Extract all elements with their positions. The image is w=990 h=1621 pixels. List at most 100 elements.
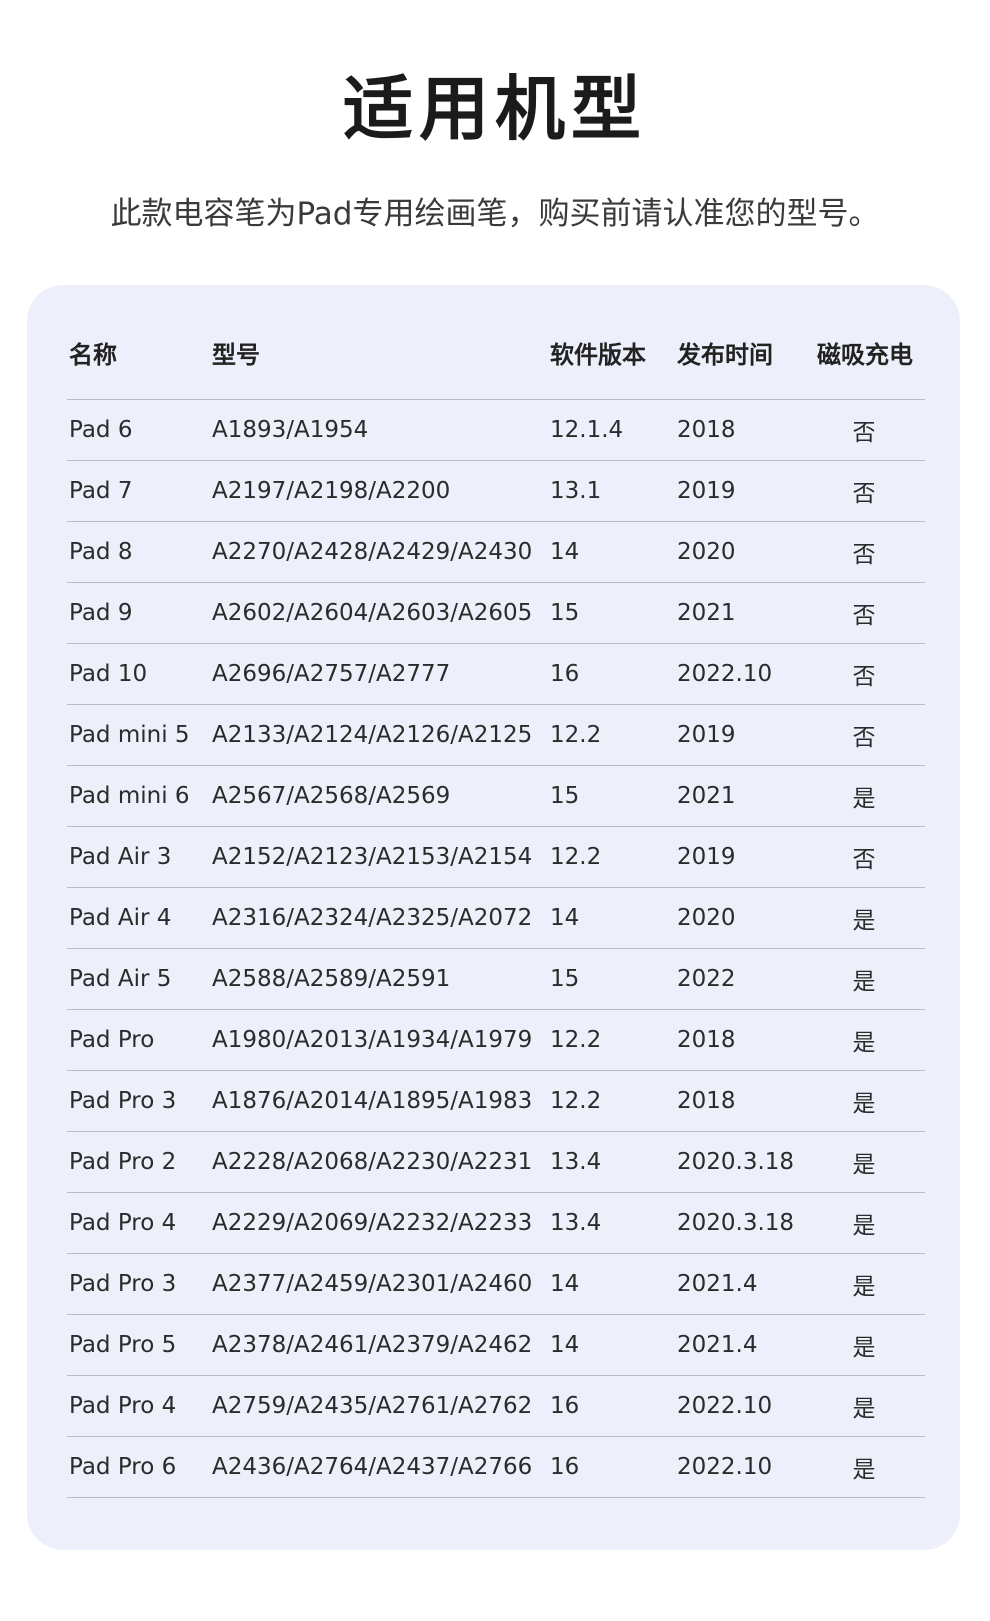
cell-name: Pad mini 6 bbox=[67, 765, 210, 827]
cell-model: A2378/A2461/A2379/A2462 bbox=[210, 1314, 548, 1376]
cell-software: 14 bbox=[548, 1253, 675, 1315]
cell-magnetic: 是 bbox=[803, 1070, 925, 1132]
cell-release: 2022 bbox=[675, 948, 803, 1010]
cell-magnetic: 是 bbox=[803, 1375, 925, 1437]
cell-release: 2019 bbox=[675, 826, 803, 888]
cell-software: 13.1 bbox=[548, 460, 675, 522]
cell-release: 2018 bbox=[675, 399, 803, 461]
cell-magnetic: 是 bbox=[803, 1253, 925, 1315]
cell-name: Pad Pro 3 bbox=[67, 1253, 210, 1315]
table-row: Pad Pro 5 A2378/A2461/A2379/A2462 14 2021.4… bbox=[67, 1314, 925, 1376]
table-row: Pad Air 4 A2316/A2324/A2325/A2072 14 2020 是 bbox=[67, 887, 925, 949]
cell-software: 12.2 bbox=[548, 1070, 675, 1132]
cell-magnetic: 否 bbox=[803, 460, 925, 522]
cell-model: A2228/A2068/A2230/A2231 bbox=[210, 1131, 548, 1193]
cell-release: 2019 bbox=[675, 460, 803, 522]
table-header-row: 名称 型号 软件版本 发布时间 磁吸充电 bbox=[67, 305, 925, 400]
cell-software: 15 bbox=[548, 765, 675, 827]
cell-release: 2021 bbox=[675, 765, 803, 827]
cell-name: Pad Pro 2 bbox=[67, 1131, 210, 1193]
cell-name: Pad 10 bbox=[67, 643, 210, 705]
table-row: Pad mini 6 A2567/A2568/A2569 15 2021 是 bbox=[67, 765, 925, 827]
table-row: Pad Pro 3 A2377/A2459/A2301/A2460 14 2021.4… bbox=[67, 1253, 925, 1315]
header-release: 发布时间 bbox=[675, 305, 803, 400]
compatibility-card: 名称 型号 软件版本 发布时间 磁吸充电 Pad 6 A1893/A1954 12.… bbox=[27, 285, 960, 1550]
table-row: Pad 7 A2197/A2198/A2200 13.1 2019 否 bbox=[67, 460, 925, 522]
cell-magnetic: 否 bbox=[803, 399, 925, 461]
table-row: Pad Pro 4 A2229/A2069/A2232/A2233 13.4 2020… bbox=[67, 1192, 925, 1254]
table-row: Pad Pro 2 A2228/A2068/A2230/A2231 13.4 2020… bbox=[67, 1131, 925, 1193]
cell-release: 2019 bbox=[675, 704, 803, 766]
cell-magnetic: 否 bbox=[803, 643, 925, 705]
cell-name: Pad 7 bbox=[67, 460, 210, 522]
cell-model: A2270/A2428/A2429/A2430 bbox=[210, 521, 548, 583]
cell-name: Pad Pro 4 bbox=[67, 1192, 210, 1254]
cell-magnetic: 是 bbox=[803, 1314, 925, 1376]
cell-release: 2020.3.18 bbox=[675, 1192, 803, 1254]
cell-magnetic: 是 bbox=[803, 1009, 925, 1071]
cell-name: Pad Pro 5 bbox=[67, 1314, 210, 1376]
cell-model: A2588/A2589/A2591 bbox=[210, 948, 548, 1010]
cell-software: 16 bbox=[548, 1375, 675, 1437]
cell-release: 2022.10 bbox=[675, 1436, 803, 1498]
cell-model: A2152/A2123/A2153/A2154 bbox=[210, 826, 548, 888]
cell-release: 2018 bbox=[675, 1070, 803, 1132]
cell-model: A2759/A2435/A2761/A2762 bbox=[210, 1375, 548, 1437]
cell-software: 15 bbox=[548, 948, 675, 1010]
cell-release: 2022.10 bbox=[675, 643, 803, 705]
cell-software: 14 bbox=[548, 1314, 675, 1376]
cell-name: Pad Air 5 bbox=[67, 948, 210, 1010]
cell-software: 12.2 bbox=[548, 704, 675, 766]
table-row: Pad Pro 4 A2759/A2435/A2761/A2762 16 2022.1… bbox=[67, 1375, 925, 1437]
cell-name: Pad Pro 6 bbox=[67, 1436, 210, 1498]
compatibility-table: 名称 型号 软件版本 发布时间 磁吸充电 Pad 6 A1893/A1954 12.… bbox=[67, 305, 925, 1498]
cell-magnetic: 是 bbox=[803, 765, 925, 827]
cell-release: 2018 bbox=[675, 1009, 803, 1071]
cell-model: A2696/A2757/A2777 bbox=[210, 643, 548, 705]
cell-model: A2602/A2604/A2603/A2605 bbox=[210, 582, 548, 644]
cell-software: 14 bbox=[548, 887, 675, 949]
cell-magnetic: 否 bbox=[803, 826, 925, 888]
cell-magnetic: 是 bbox=[803, 887, 925, 949]
cell-software: 12.2 bbox=[548, 1009, 675, 1071]
table-row: Pad Pro A1980/A2013/A1934/A1979 12.2 2018 是 bbox=[67, 1009, 925, 1071]
cell-magnetic: 是 bbox=[803, 1192, 925, 1254]
cell-software: 16 bbox=[548, 643, 675, 705]
cell-magnetic: 是 bbox=[803, 1436, 925, 1498]
cell-name: Pad Pro 4 bbox=[67, 1375, 210, 1437]
table-row: Pad Pro 3 A1876/A2014/A1895/A1983 12.2 2018… bbox=[67, 1070, 925, 1132]
cell-name: Pad Pro 3 bbox=[67, 1070, 210, 1132]
table-row: Pad 10 A2696/A2757/A2777 16 2022.10 否 bbox=[67, 643, 925, 705]
cell-release: 2021.4 bbox=[675, 1314, 803, 1376]
cell-release: 2020 bbox=[675, 521, 803, 583]
cell-software: 14 bbox=[548, 521, 675, 583]
cell-name: Pad Pro bbox=[67, 1009, 210, 1071]
cell-magnetic: 否 bbox=[803, 582, 925, 644]
header-software: 软件版本 bbox=[548, 305, 675, 400]
header-magnetic: 磁吸充电 bbox=[803, 305, 925, 400]
table-row: Pad 8 A2270/A2428/A2429/A2430 14 2020 否 bbox=[67, 521, 925, 583]
cell-name: Pad 8 bbox=[67, 521, 210, 583]
table-row: Pad Air 3 A2152/A2123/A2153/A2154 12.2 2019… bbox=[67, 826, 925, 888]
cell-software: 15 bbox=[548, 582, 675, 644]
cell-magnetic: 否 bbox=[803, 704, 925, 766]
table-row: Pad 9 A2602/A2604/A2603/A2605 15 2021 否 bbox=[67, 582, 925, 644]
cell-software: 12.2 bbox=[548, 826, 675, 888]
cell-model: A2197/A2198/A2200 bbox=[210, 460, 548, 522]
table-row: Pad Air 5 A2588/A2589/A2591 15 2022 是 bbox=[67, 948, 925, 1010]
cell-model: A2316/A2324/A2325/A2072 bbox=[210, 887, 548, 949]
cell-release: 2022.10 bbox=[675, 1375, 803, 1437]
cell-model: A2567/A2568/A2569 bbox=[210, 765, 548, 827]
cell-software: 13.4 bbox=[548, 1192, 675, 1254]
table-row: Pad mini 5 A2133/A2124/A2126/A2125 12.2 201… bbox=[67, 704, 925, 766]
cell-model: A1876/A2014/A1895/A1983 bbox=[210, 1070, 548, 1132]
cell-name: Pad 6 bbox=[67, 399, 210, 461]
cell-magnetic: 是 bbox=[803, 1131, 925, 1193]
header-model: 型号 bbox=[210, 305, 548, 400]
table-row: Pad 6 A1893/A1954 12.1.4 2018 否 bbox=[67, 399, 925, 461]
cell-software: 12.1.4 bbox=[548, 399, 675, 461]
cell-model: A1893/A1954 bbox=[210, 399, 548, 461]
cell-release: 2020.3.18 bbox=[675, 1131, 803, 1193]
cell-name: Pad Air 4 bbox=[67, 887, 210, 949]
cell-model: A2229/A2069/A2232/A2233 bbox=[210, 1192, 548, 1254]
